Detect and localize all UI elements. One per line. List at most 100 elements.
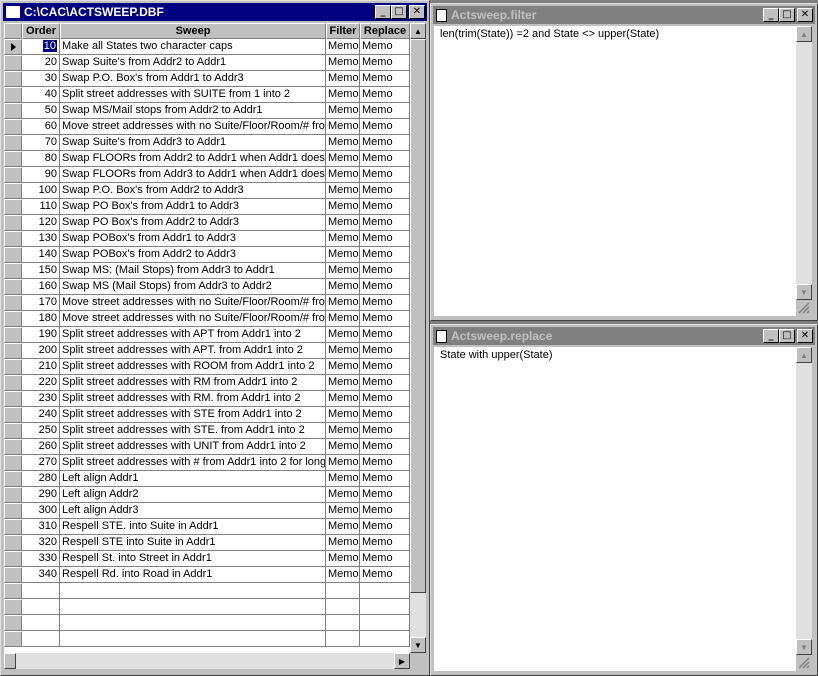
filter-cell[interactable] bbox=[326, 583, 360, 599]
replace-cell[interactable]: Memo bbox=[360, 567, 410, 583]
close-button[interactable]: ✕ bbox=[797, 329, 813, 343]
sweep-cell[interactable]: Split street addresses with STE. from Ad… bbox=[60, 423, 326, 439]
empty-table-row[interactable] bbox=[4, 615, 410, 631]
empty-table-row[interactable] bbox=[4, 631, 410, 647]
scroll-right-button[interactable]: ▶ bbox=[394, 653, 410, 669]
table-row[interactable]: 340 Respell Rd. into Road in Addr1 Memo Mem… bbox=[4, 567, 410, 583]
filter-cell[interactable]: Memo bbox=[326, 375, 360, 391]
sweep-cell[interactable]: Split street addresses with UNIT from Ad… bbox=[60, 439, 326, 455]
order-cell[interactable]: 320 bbox=[22, 535, 60, 551]
record-selector[interactable] bbox=[4, 503, 22, 519]
table-row[interactable]: 80 Swap FLOORs from Addr2 to Addr1 when A… bbox=[4, 151, 410, 167]
close-button[interactable]: ✕ bbox=[409, 5, 425, 19]
record-selector[interactable] bbox=[4, 199, 22, 215]
sweep-cell[interactable]: Swap FLOORs from Addr3 to Addr1 when Add… bbox=[60, 167, 326, 183]
order-cell[interactable]: 250 bbox=[22, 423, 60, 439]
order-cell[interactable]: 270 bbox=[22, 455, 60, 471]
replace-cell[interactable]: Memo bbox=[360, 87, 410, 103]
close-button[interactable]: ✕ bbox=[797, 8, 813, 22]
sweep-cell[interactable]: Split street addresses with RM from Addr… bbox=[60, 375, 326, 391]
table-row[interactable]: 150 Swap MS: (Mail Stops) from Addr3 to A… bbox=[4, 263, 410, 279]
sweep-cell[interactable]: Split street addresses with APT from Add… bbox=[60, 327, 326, 343]
filter-cell[interactable]: Memo bbox=[326, 327, 360, 343]
scroll-thumb[interactable] bbox=[410, 39, 426, 593]
sweep-cell[interactable]: Move street addresses with no Suite/Floo… bbox=[60, 119, 326, 135]
table-row[interactable]: 170 Move street addresses with no Suite/F… bbox=[4, 295, 410, 311]
order-cell[interactable]: 20 bbox=[22, 55, 60, 71]
replace-cell[interactable]: Memo bbox=[360, 471, 410, 487]
table-row[interactable]: 190 Split street addresses with APT from … bbox=[4, 327, 410, 343]
order-cell[interactable]: 330 bbox=[22, 551, 60, 567]
replace-cell[interactable]: Memo bbox=[360, 439, 410, 455]
order-cell[interactable]: 220 bbox=[22, 375, 60, 391]
replace-cell[interactable]: Memo bbox=[360, 231, 410, 247]
order-cell[interactable]: 170 bbox=[22, 295, 60, 311]
replace-cell[interactable]: Memo bbox=[360, 295, 410, 311]
table-row[interactable]: 10 Make all States two character caps Memo… bbox=[4, 39, 410, 55]
table-row[interactable]: 30 Swap P.O. Box's from Addr1 to Addr3 Mem… bbox=[4, 71, 410, 87]
table-row[interactable]: 90 Swap FLOORs from Addr3 to Addr1 when A… bbox=[4, 167, 410, 183]
record-selector[interactable] bbox=[4, 87, 22, 103]
filter-cell[interactable]: Memo bbox=[326, 135, 360, 151]
filter-cell[interactable]: Memo bbox=[326, 311, 360, 327]
replace-cell[interactable]: Memo bbox=[360, 71, 410, 87]
record-selector[interactable] bbox=[4, 407, 22, 423]
table-row[interactable]: 250 Split street addresses with STE. from… bbox=[4, 423, 410, 439]
replace-cell[interactable]: Memo bbox=[360, 103, 410, 119]
filter-cell[interactable]: Memo bbox=[326, 407, 360, 423]
order-cell[interactable]: 340 bbox=[22, 567, 60, 583]
sweep-cell[interactable]: Swap P.O. Box's from Addr1 to Addr3 bbox=[60, 71, 326, 87]
order-cell[interactable]: 130 bbox=[22, 231, 60, 247]
replace-cell[interactable]: Memo bbox=[360, 135, 410, 151]
table-row[interactable]: 130 Swap POBox's from Addr1 to Addr3 Memo M… bbox=[4, 231, 410, 247]
filter-cell[interactable]: Memo bbox=[326, 423, 360, 439]
table-row[interactable]: 140 Swap POBox's from Addr2 to Addr3 Memo M… bbox=[4, 247, 410, 263]
replace-cell[interactable]: Memo bbox=[360, 455, 410, 471]
resize-grip-icon[interactable] bbox=[796, 300, 810, 314]
record-selector[interactable] bbox=[4, 551, 22, 567]
replace-cell[interactable]: Memo bbox=[360, 327, 410, 343]
browse-grid[interactable]: Order Sweep Filter Replace 10 Make all St… bbox=[4, 23, 410, 653]
filter-cell[interactable]: Memo bbox=[326, 183, 360, 199]
record-selector[interactable] bbox=[4, 231, 22, 247]
sweep-cell[interactable]: Swap POBox's from Addr2 to Addr3 bbox=[60, 247, 326, 263]
table-row[interactable]: 270 Split street addresses with # from Ad… bbox=[4, 455, 410, 471]
table-row[interactable]: 290 Left align Addr2 Memo Memo bbox=[4, 487, 410, 503]
sweep-cell[interactable]: Split street addresses with STE from Add… bbox=[60, 407, 326, 423]
table-row[interactable]: 120 Swap PO Box's from Addr2 to Addr3 Memo… bbox=[4, 215, 410, 231]
sweep-cell[interactable] bbox=[60, 631, 326, 647]
order-cell[interactable]: 210 bbox=[22, 359, 60, 375]
table-row[interactable]: 180 Move street addresses with no Suite/F… bbox=[4, 311, 410, 327]
filter-cell[interactable]: Memo bbox=[326, 439, 360, 455]
order-cell[interactable]: 230 bbox=[22, 391, 60, 407]
record-selector[interactable] bbox=[4, 487, 22, 503]
filter-cell[interactable]: Memo bbox=[326, 231, 360, 247]
record-selector[interactable] bbox=[4, 423, 22, 439]
sweep-cell[interactable]: Swap Suite's from Addr2 to Addr1 bbox=[60, 55, 326, 71]
order-cell[interactable]: 310 bbox=[22, 519, 60, 535]
filter-cell[interactable] bbox=[326, 599, 360, 615]
minimize-button[interactable]: _ bbox=[375, 5, 391, 19]
replace-cell[interactable]: Memo bbox=[360, 391, 410, 407]
record-selector[interactable] bbox=[4, 391, 22, 407]
order-cell[interactable] bbox=[22, 615, 60, 631]
sweep-cell[interactable]: Respell STE. into Suite in Addr1 bbox=[60, 519, 326, 535]
replace-cell[interactable]: Memo bbox=[360, 55, 410, 71]
replace-cell[interactable]: Memo bbox=[360, 375, 410, 391]
filter-cell[interactable]: Memo bbox=[326, 279, 360, 295]
maximize-button[interactable]: □ bbox=[779, 8, 795, 22]
order-cell[interactable]: 100 bbox=[22, 183, 60, 199]
filter-cell[interactable]: Memo bbox=[326, 487, 360, 503]
table-row[interactable]: 260 Split street addresses with UNIT from… bbox=[4, 439, 410, 455]
order-cell[interactable]: 160 bbox=[22, 279, 60, 295]
record-selector[interactable] bbox=[4, 247, 22, 263]
empty-table-row[interactable] bbox=[4, 583, 410, 599]
scroll-down-button[interactable]: ▼ bbox=[796, 284, 812, 300]
record-selector[interactable] bbox=[4, 599, 22, 615]
replace-cell[interactable]: Memo bbox=[360, 359, 410, 375]
filter-cell[interactable]: Memo bbox=[326, 359, 360, 375]
sweep-cell[interactable]: Respell STE into Suite in Addr1 bbox=[60, 535, 326, 551]
filter-cell[interactable]: Memo bbox=[326, 391, 360, 407]
replace-cell[interactable]: Memo bbox=[360, 535, 410, 551]
replace-vertical-scrollbar[interactable]: ▲ ▼ bbox=[796, 347, 812, 655]
